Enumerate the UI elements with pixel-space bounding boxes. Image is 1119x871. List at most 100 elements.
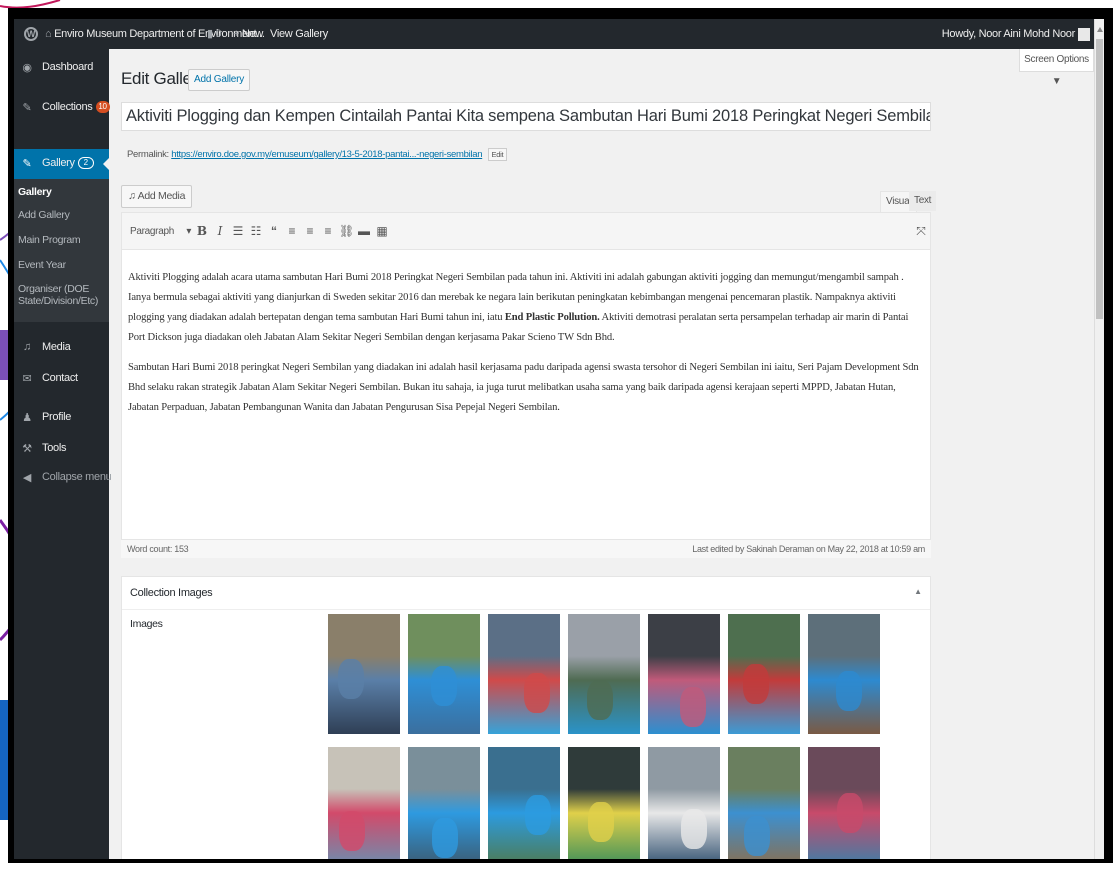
edit-permalink-button[interactable]: Edit [487, 148, 508, 161]
editor-status-bar: Word count: 153 Last edited by Sakinah D… [121, 539, 931, 558]
gallery-photo-thumbnail[interactable] [648, 614, 720, 734]
read-more-icon[interactable]: ▬ [357, 223, 371, 239]
tab-text[interactable]: Text [909, 191, 937, 211]
plus-icon: + [233, 28, 240, 40]
comments-link[interactable]: ▮ 0 [207, 19, 222, 49]
sidebar-item-dashboard[interactable]: ◉ Dashboard [14, 61, 109, 81]
gallery-submenu: Gallery Add Gallery Main Program Event Y… [14, 179, 109, 322]
numbered-list-icon[interactable]: ☷ [249, 223, 263, 239]
paragraph-1: Aktiviti Plogging adalah acara utama sam… [128, 268, 926, 348]
photo-detail [588, 802, 614, 842]
gallery-photo-thumbnail[interactable] [488, 747, 560, 859]
current-menu-arrow [103, 158, 109, 170]
permalink-url[interactable]: https://enviro.doe.gov.my/emuseum/galler… [171, 149, 482, 160]
sidebar-item-gallery[interactable]: ✎ Gallery 2 [14, 149, 109, 179]
photo-detail [524, 673, 550, 713]
add-gallery-button[interactable]: Add Gallery [188, 69, 251, 91]
images-label: Images [130, 618, 163, 630]
screen-options-button[interactable]: Screen Options ▼ [1019, 49, 1094, 87]
collection-images-title: Collection Images [130, 587, 213, 599]
photo-detail [837, 793, 863, 833]
gallery-photo-thumbnail[interactable] [328, 614, 400, 734]
pin-icon: ✎ [22, 102, 32, 114]
gallery-count-badge: 2 [77, 157, 94, 170]
permalink-label: Permalink: [127, 149, 169, 161]
dashboard-icon: ◉ [22, 62, 32, 74]
gallery-photo-thumbnail[interactable] [568, 614, 640, 734]
gallery-photo-thumbnail[interactable] [728, 614, 800, 734]
site-name-link[interactable]: ⌂ Enviro Museum Department of Environmen… [45, 19, 265, 49]
collapse-arrow-icon[interactable]: ▲ [914, 587, 922, 596]
format-select[interactable]: Paragraph ▾ [130, 226, 191, 237]
paragraph-2: Sambutan Hari Bumi 2018 peringkat Negeri… [128, 362, 919, 413]
howdy-account-menu[interactable]: Howdy, Noor Aini Mohd Noor [942, 19, 1090, 49]
sidebar-item-media[interactable]: ♫ Media [14, 341, 109, 361]
format-value: Paragraph [130, 226, 174, 237]
photo-detail [431, 666, 457, 706]
italic-button[interactable]: I [213, 223, 227, 239]
wrench-icon: ⚒ [22, 443, 32, 455]
gallery-photo-thumbnail[interactable] [408, 614, 480, 734]
photo-detail [836, 671, 862, 711]
new-label: New [241, 28, 263, 40]
sidebar-item-label: Tools [42, 442, 67, 454]
sidebar-item-label: Dashboard [42, 61, 94, 73]
sidebar-item-contact[interactable]: ✉ Contact [14, 372, 109, 392]
photo-detail [338, 659, 364, 699]
blockquote-icon[interactable]: “ [267, 223, 281, 239]
scrollbar-thumb[interactable] [1096, 39, 1103, 319]
submenu-main-program[interactable]: Main Program [18, 234, 81, 246]
wordpress-logo-icon[interactable]: W [24, 19, 38, 49]
photo-detail [587, 680, 613, 720]
sidebar-item-tools[interactable]: ⚒ Tools [14, 442, 109, 462]
bullet-list-icon[interactable]: ☰ [231, 223, 245, 239]
link-icon[interactable]: ⛓ [339, 223, 354, 239]
gallery-photo-thumbnail[interactable] [488, 614, 560, 734]
submenu-event-year[interactable]: Event Year [18, 259, 66, 271]
media-icon: ♫ [23, 341, 31, 353]
align-right-icon[interactable]: ≡ [321, 223, 335, 239]
photo-detail [744, 816, 770, 856]
scroll-up-icon[interactable] [1097, 27, 1103, 32]
align-left-icon[interactable]: ≡ [285, 223, 299, 239]
add-media-button[interactable]: ♫ Add Media [121, 185, 193, 208]
photo-detail [525, 795, 551, 835]
sidebar-item-collections[interactable]: ✎ Collections 10 [14, 101, 110, 121]
wp-admin-screen: W ⌂ Enviro Museum Department of Environm… [14, 19, 1104, 859]
gallery-photo-thumbnail[interactable] [808, 614, 880, 734]
collection-images-header[interactable]: Collection Images ▲ [122, 577, 930, 610]
collapse-menu-button[interactable]: ◀ Collapse menu [14, 471, 112, 491]
sidebar-item-label: Contact [42, 372, 78, 384]
sidebar-item-label: Collapse menu [42, 471, 112, 483]
gallery-photo-thumbnail[interactable] [408, 747, 480, 859]
comment-bubble-icon: ▮ [207, 28, 213, 40]
gallery-photo-thumbnail[interactable] [728, 747, 800, 859]
sidebar-item-label: Profile [42, 411, 72, 423]
bold-button[interactable]: B [195, 223, 209, 239]
fullscreen-icon[interactable]: ⤧ [914, 223, 928, 239]
toolbar-toggle-icon[interactable]: ▦ [375, 223, 389, 239]
submenu-gallery[interactable]: Gallery [18, 186, 52, 198]
new-content-link[interactable]: + New [233, 19, 263, 49]
user-icon: ♟ [22, 412, 32, 424]
gallery-photo-thumbnail[interactable] [648, 747, 720, 859]
content-editor: Paragraph ▾ B I ☰ ☷ “ ≡ ≡ ≡ ⛓ ▬ ▦ ⤧ Akti… [121, 212, 931, 557]
last-edited: Last edited by Sakinah Deraman on May 22… [692, 544, 925, 554]
view-gallery-link[interactable]: View Gallery [270, 19, 328, 49]
scrollbar[interactable] [1094, 19, 1104, 859]
editor-content[interactable]: Aktiviti Plogging adalah acara utama sam… [128, 268, 926, 428]
sidebar-item-profile[interactable]: ♟ Profile [14, 411, 109, 431]
gallery-photo-thumbnail[interactable] [568, 747, 640, 859]
align-center-icon[interactable]: ≡ [303, 223, 317, 239]
gallery-photo-thumbnail[interactable] [808, 747, 880, 859]
pin-icon: ✎ [22, 158, 32, 170]
submenu-organiser[interactable]: Organiser (DOE State/Division/Etc) [18, 283, 98, 307]
admin-sidebar: ◉ Dashboard ✎ Collections 10 ✎ Gallery 2 G… [14, 49, 112, 859]
contact-icon: ✉ [22, 373, 32, 385]
admin-bar: W ⌂ Enviro Museum Department of Environm… [14, 19, 1104, 49]
sidebar-item-label: Gallery [42, 157, 75, 169]
gallery-photo-thumbnail[interactable] [328, 747, 400, 859]
submenu-add-gallery[interactable]: Add Gallery [18, 209, 70, 221]
post-title-input[interactable]: Aktiviti Plogging dan Kempen Cintailah P… [121, 102, 931, 131]
permalink-row: Permalink: https://enviro.doe.gov.my/emu… [127, 148, 508, 161]
